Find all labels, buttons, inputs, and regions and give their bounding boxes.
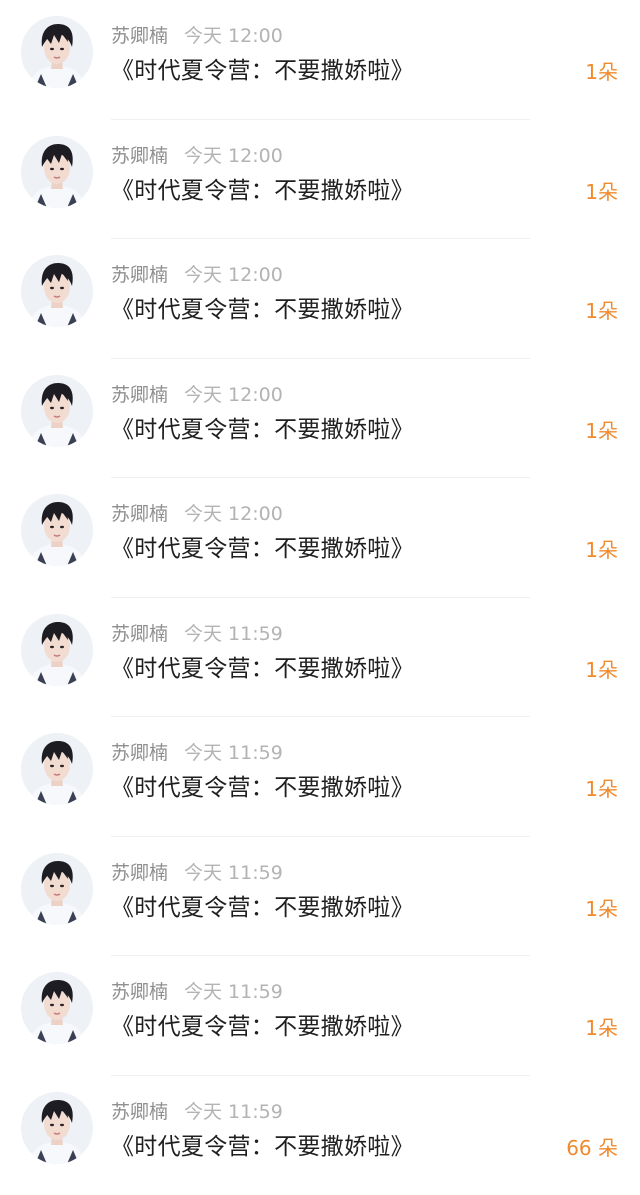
user-name[interactable]: 苏卿楠 [111,25,168,47]
user-name[interactable]: 苏卿楠 [111,384,168,406]
timestamp: 今天 12:00 [184,384,283,406]
user-name[interactable]: 苏卿楠 [111,742,168,764]
list-item[interactable]: 苏卿楠今天 11:59 《时代夏令营：不要撒娇啦》 1朵 [0,837,640,957]
work-title[interactable]: 《时代夏令营：不要撒娇啦》 [111,174,414,208]
user-name[interactable]: 苏卿楠 [111,981,168,1003]
user-name[interactable]: 苏卿楠 [111,862,168,884]
gift-count: 66 朵 [566,1132,618,1164]
timestamp: 今天 11:59 [184,1101,283,1123]
work-title[interactable]: 《时代夏令营：不要撒娇啦》 [111,532,414,566]
timestamp: 今天 11:59 [184,981,283,1003]
user-name[interactable]: 苏卿楠 [111,1101,168,1123]
gift-count: 1朵 [585,654,618,686]
user-avatar-icon[interactable] [21,614,93,686]
gift-count: 1朵 [585,56,618,88]
item-meta: 苏卿楠今天 11:59 [111,620,283,648]
item-meta: 苏卿楠今天 12:00 [111,381,283,409]
user-avatar-icon[interactable] [21,255,93,327]
item-meta: 苏卿楠今天 11:59 [111,859,283,887]
gift-count: 1朵 [585,773,618,805]
user-avatar-icon[interactable] [21,1092,93,1164]
timestamp: 今天 12:00 [184,264,283,286]
user-avatar-icon[interactable] [21,16,93,88]
user-name[interactable]: 苏卿楠 [111,503,168,525]
work-title[interactable]: 《时代夏令营：不要撒娇啦》 [111,293,414,327]
list-item[interactable]: 苏卿楠今天 12:00 《时代夏令营：不要撒娇啦》 1朵 [0,478,640,598]
list-item[interactable]: 苏卿楠今天 11:59 《时代夏令营：不要撒娇啦》 1朵 [0,717,640,837]
item-meta: 苏卿楠今天 12:00 [111,261,283,289]
gift-count: 1朵 [585,534,618,566]
list-item[interactable]: 苏卿楠今天 12:00 《时代夏令营：不要撒娇啦》 1朵 [0,239,640,359]
list-item[interactable]: 苏卿楠今天 12:00 《时代夏令营：不要撒娇啦》 1朵 [0,359,640,479]
item-meta: 苏卿楠今天 11:59 [111,1098,283,1126]
timestamp: 今天 12:00 [184,25,283,47]
gift-count: 1朵 [585,295,618,327]
work-title[interactable]: 《时代夏令营：不要撒娇啦》 [111,771,414,805]
gift-record-list: 苏卿楠今天 12:00 《时代夏令营：不要撒娇啦》 1朵 苏卿楠今天 12:00 [0,0,640,1170]
list-item[interactable]: 苏卿楠今天 11:59 《时代夏令营：不要撒娇啦》 1朵 [0,598,640,718]
item-meta: 苏卿楠今天 12:00 [111,22,283,50]
list-item[interactable]: 苏卿楠今天 12:00 《时代夏令营：不要撒娇啦》 1朵 [0,0,640,120]
timestamp: 今天 11:59 [184,742,283,764]
user-name[interactable]: 苏卿楠 [111,264,168,286]
gift-count: 1朵 [585,415,618,447]
item-meta: 苏卿楠今天 11:59 [111,739,283,767]
list-item[interactable]: 苏卿楠今天 11:59 《时代夏令营：不要撒娇啦》 66 朵 [0,1076,640,1195]
user-avatar-icon[interactable] [21,853,93,925]
user-name[interactable]: 苏卿楠 [111,145,168,167]
item-meta: 苏卿楠今天 11:59 [111,978,283,1006]
work-title[interactable]: 《时代夏令营：不要撒娇啦》 [111,1010,414,1044]
gift-count: 1朵 [585,176,618,208]
user-name[interactable]: 苏卿楠 [111,623,168,645]
user-avatar-icon[interactable] [21,972,93,1044]
list-item[interactable]: 苏卿楠今天 11:59 《时代夏令营：不要撒娇啦》 1朵 [0,956,640,1076]
gift-count: 1朵 [585,1012,618,1044]
timestamp: 今天 12:00 [184,503,283,525]
user-avatar-icon[interactable] [21,375,93,447]
work-title[interactable]: 《时代夏令营：不要撒娇啦》 [111,652,414,686]
work-title[interactable]: 《时代夏令营：不要撒娇啦》 [111,54,414,88]
work-title[interactable]: 《时代夏令营：不要撒娇啦》 [111,1130,414,1164]
work-title[interactable]: 《时代夏令营：不要撒娇啦》 [111,891,414,925]
item-meta: 苏卿楠今天 12:00 [111,500,283,528]
user-avatar-icon[interactable] [21,733,93,805]
user-avatar-icon[interactable] [21,494,93,566]
list-item[interactable]: 苏卿楠今天 12:00 《时代夏令营：不要撒娇啦》 1朵 [0,120,640,240]
item-meta: 苏卿楠今天 12:00 [111,142,283,170]
user-avatar-icon[interactable] [21,136,93,208]
timestamp: 今天 11:59 [184,862,283,884]
work-title[interactable]: 《时代夏令营：不要撒娇啦》 [111,413,414,447]
timestamp: 今天 12:00 [184,145,283,167]
gift-count: 1朵 [585,893,618,925]
timestamp: 今天 11:59 [184,623,283,645]
